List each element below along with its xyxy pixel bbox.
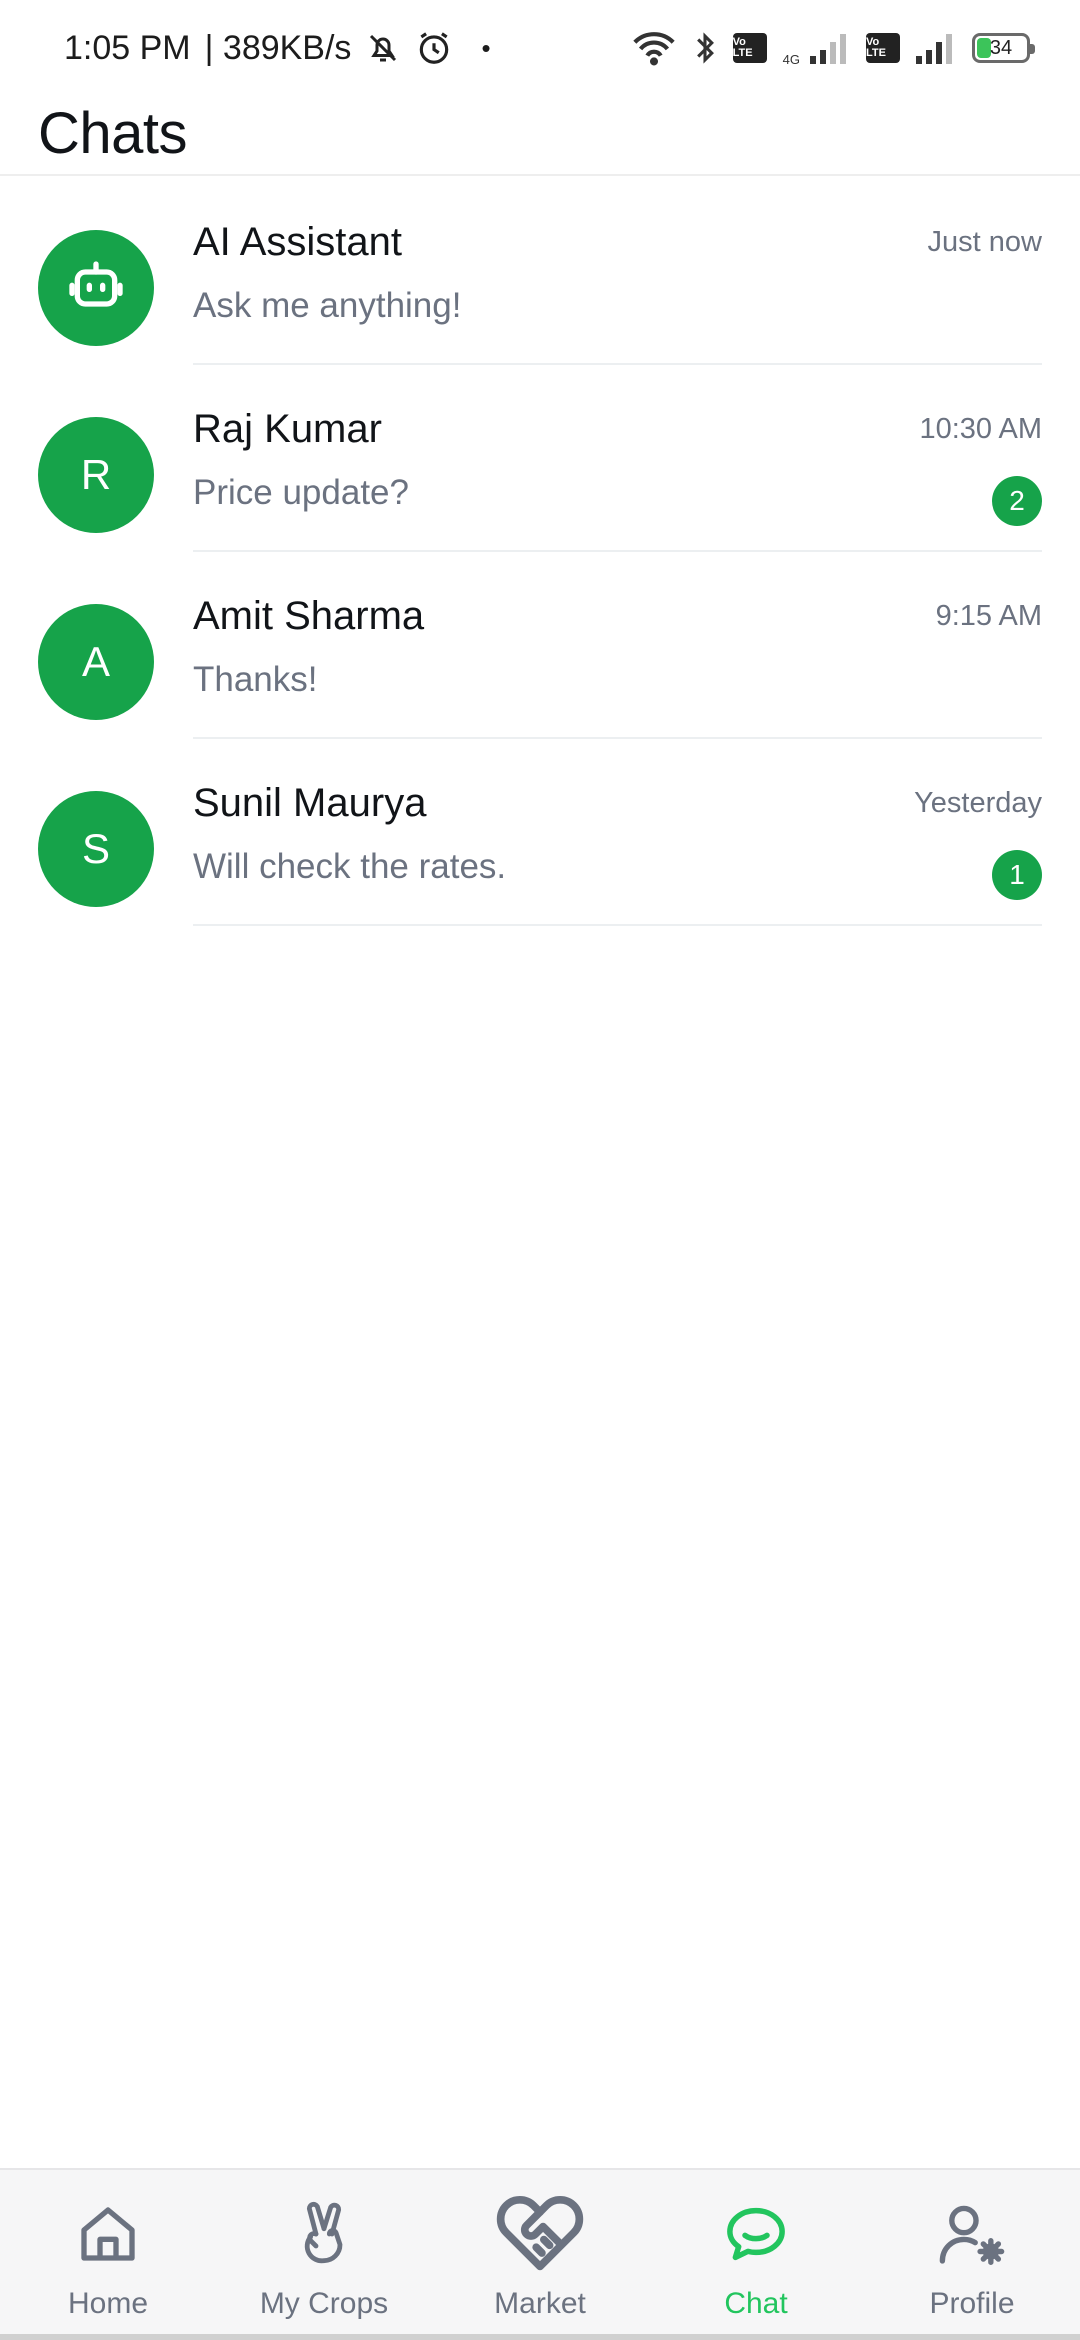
nav-item-profile[interactable]: Profile xyxy=(864,2170,1080,2340)
nav-label: Chat xyxy=(724,2287,788,2320)
chat-time: 10:30 AM xyxy=(919,413,1042,445)
user-settings-icon xyxy=(932,2194,1012,2274)
chat-name: AI Assistant xyxy=(193,220,402,264)
avatar xyxy=(38,230,154,346)
app-header: Chats xyxy=(0,96,1080,176)
chat-bubble-icon xyxy=(716,2194,796,2274)
status-dot: • xyxy=(481,32,491,63)
wifi-icon xyxy=(631,30,677,66)
avatar: R xyxy=(38,417,154,533)
home-icon xyxy=(68,2194,148,2274)
bluetooth-icon xyxy=(693,31,717,65)
chat-preview: Price update? xyxy=(193,473,409,512)
divider xyxy=(193,924,1042,926)
status-right: Vo LTE 4G Vo LTE 34 xyxy=(631,30,1035,67)
muted-bell-icon xyxy=(365,30,401,66)
nav-item-my-crops[interactable]: My Crops xyxy=(216,2170,432,2340)
chat-time: 9:15 AM xyxy=(935,600,1042,632)
chats-screen: 1:05 PM | 389KB/s • Vo LTE 4G Vo LTE 34 … xyxy=(0,0,1080,2340)
bottom-nav: Home My Crops Market Chat Profile xyxy=(0,2168,1080,2340)
battery-level: 34 xyxy=(989,36,1013,59)
chat-name: Amit Sharma xyxy=(193,594,425,638)
nav-item-chat[interactable]: Chat xyxy=(648,2170,864,2340)
handshake-heart-icon xyxy=(492,2182,588,2278)
volte-badge-1: Vo LTE xyxy=(732,33,767,63)
nav-label: Market xyxy=(494,2287,586,2320)
chat-item-raj-kumar[interactable]: R Raj Kumar 10:30 AM Price update? 2 xyxy=(0,365,1080,552)
unread-badge: 1 xyxy=(992,850,1042,900)
avatar: A xyxy=(38,604,154,720)
nav-label: Home xyxy=(67,2287,149,2320)
chat-time: Just now xyxy=(927,226,1042,258)
nav-item-market[interactable]: Market xyxy=(432,2170,648,2340)
status-time: 1:05 PM xyxy=(64,28,191,67)
system-gesture-bar xyxy=(0,2334,1080,2340)
network-type: 4G xyxy=(782,51,800,67)
chat-name: Raj Kumar xyxy=(193,407,382,451)
nav-label: Profile xyxy=(929,2287,1015,2320)
status-net-speed: | 389KB/s xyxy=(204,28,352,67)
battery-tip xyxy=(1030,44,1035,54)
unread-badge: 2 xyxy=(992,476,1042,526)
chat-preview: Will check the rates. xyxy=(193,847,507,886)
status-bar: 1:05 PM | 389KB/s • Vo LTE 4G Vo LTE 34 xyxy=(0,0,1080,96)
chat-item-ai-assistant[interactable]: AI Assistant Just now Ask me anything! xyxy=(0,178,1080,365)
peace-hand-icon xyxy=(284,2194,364,2274)
alarm-icon xyxy=(415,29,453,67)
chat-item-amit-sharma[interactable]: A Amit Sharma 9:15 AM Thanks! xyxy=(0,552,1080,739)
battery-icon: 34 xyxy=(972,33,1035,63)
signal-icon-2 xyxy=(916,32,956,64)
chat-list: AI Assistant Just now Ask me anything! R… xyxy=(0,178,1080,926)
robot-icon xyxy=(64,256,128,320)
status-left: 1:05 PM | 389KB/s • xyxy=(64,29,491,68)
nav-label: My Crops xyxy=(259,2287,389,2320)
chat-name: Sunil Maurya xyxy=(193,781,427,825)
chat-item-sunil-maurya[interactable]: S Sunil Maurya Yesterday Will check the … xyxy=(0,739,1080,926)
chat-preview: Ask me anything! xyxy=(193,286,462,325)
nav-item-home[interactable]: Home xyxy=(0,2170,216,2340)
page-title: Chats xyxy=(38,101,188,166)
chat-time: Yesterday xyxy=(914,787,1042,819)
avatar: S xyxy=(38,791,154,907)
chat-preview: Thanks! xyxy=(193,660,318,699)
signal-icon xyxy=(810,32,850,64)
volte-badge-2: Vo LTE xyxy=(866,33,900,63)
